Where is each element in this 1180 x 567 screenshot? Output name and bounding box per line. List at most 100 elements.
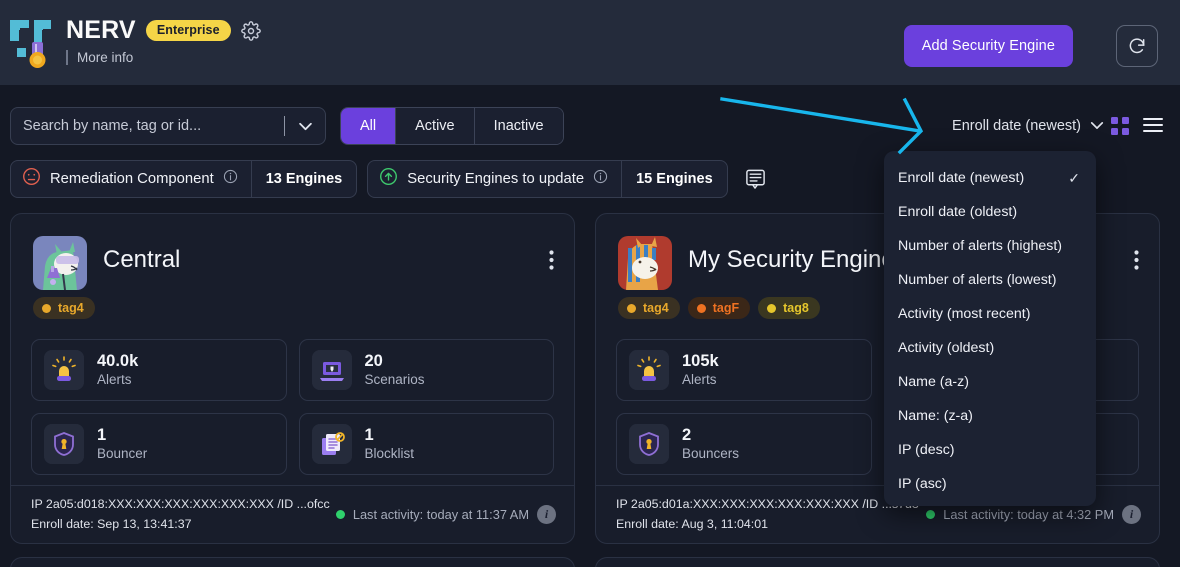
info-icon[interactable] <box>223 169 238 189</box>
refresh-button[interactable] <box>1116 25 1158 67</box>
brand-area: NERV Enterprise More info <box>8 14 261 70</box>
alert-lamp-icon <box>44 350 84 390</box>
last-activity: Last activity: today at 11:37 AM <box>352 507 529 522</box>
brand-row: NERV Enterprise <box>66 16 261 45</box>
sort-dropdown-trigger[interactable]: Enroll date (newest) <box>952 107 1104 145</box>
summary-chips: Remediation Component 13 Engines Securit… <box>10 160 773 198</box>
more-info-row: More info <box>66 50 261 65</box>
stat-text: 2 Bouncers <box>682 425 739 463</box>
engine-ip: IP 2a05:d01a:XXX:XXX:XXX:XXX:XXX:XXX /ID… <box>616 497 919 512</box>
stat-alerts[interactable]: 40.0k Alerts <box>31 339 287 401</box>
tag-chip[interactable]: tag4 <box>618 297 680 319</box>
page-title: NERV <box>66 16 136 44</box>
stat-scenarios[interactable]: 20 Scenarios <box>298 339 554 401</box>
tag-chip[interactable]: tag8 <box>758 297 820 319</box>
engine-card[interactable] <box>595 557 1160 567</box>
plan-badge: Enterprise <box>145 20 231 41</box>
filter-tab-active[interactable]: Active <box>396 108 475 144</box>
sort-option-ip-asc[interactable]: IP (asc) <box>884 467 1096 501</box>
card-meta: IP 2a05:d018:XXX:XXX:XXX:XXX:XXX:XXX /ID… <box>31 495 330 533</box>
chip-remediation-component[interactable]: Remediation Component 13 Engines <box>10 160 358 198</box>
stat-value: 1 <box>97 426 107 445</box>
app-header: NERV Enterprise More info Add Security E… <box>0 0 1180 85</box>
engine-card[interactable]: Central tag4 40.0k Alerts 20 Scenarios 1… <box>10 213 575 544</box>
card-header: Central tag4 <box>11 214 574 319</box>
sort-option-enroll-date-oldest[interactable]: Enroll date (oldest) <box>884 195 1096 229</box>
tag-dot-icon <box>767 303 777 313</box>
llama-pharaoh-avatar <box>618 236 672 290</box>
stat-value: 1 <box>364 426 374 445</box>
last-activity: Last activity: today at 4:32 PM <box>943 507 1114 522</box>
scenario-laptop-icon <box>311 350 352 390</box>
sort-option-alerts-highest[interactable]: Number of alerts (highest) <box>884 229 1096 263</box>
tag-dot-icon <box>696 303 706 313</box>
more-vertical-icon[interactable] <box>549 250 554 275</box>
grid-view-icon[interactable] <box>1110 116 1130 141</box>
llama-scientist-avatar <box>33 236 87 290</box>
stat-value: 105k <box>682 352 719 371</box>
alert-lamp-icon <box>629 350 669 390</box>
tag-chip[interactable]: tag4 <box>33 297 95 319</box>
filter-tab-inactive[interactable]: Inactive <box>474 108 563 144</box>
engine-ip: IP 2a05:d018:XXX:XXX:XXX:XXX:XXX:XXX /ID… <box>31 497 330 512</box>
search-container <box>10 107 326 145</box>
chip-engines-to-update[interactable]: Security Engines to update 15 Engines <box>367 160 728 198</box>
stat-value: 2 <box>682 426 692 445</box>
tag-list: tag4 <box>33 297 574 319</box>
stat-bouncers[interactable]: 1 Bouncer <box>31 413 287 475</box>
gear-icon[interactable] <box>240 20 261 41</box>
sort-option-activity-most-recent[interactable]: Activity (most recent) <box>884 297 1096 331</box>
more-info-link[interactable]: More info <box>77 50 133 65</box>
chip-count: 15 Engines <box>636 171 713 187</box>
sort-option-label: Enroll date (newest) <box>898 170 1025 186</box>
avatar <box>618 236 672 290</box>
sort-option-name-za[interactable]: Name: (z-a) <box>884 399 1096 433</box>
engine-card[interactable] <box>10 557 575 567</box>
tag-label: tag4 <box>643 301 669 315</box>
stat-blocklists[interactable]: 1 Blocklist <box>298 413 554 475</box>
info-icon[interactable]: i <box>537 505 556 524</box>
chevron-down-icon[interactable] <box>285 108 325 144</box>
app-root: NERV Enterprise More info Add Security E… <box>0 0 1180 567</box>
tag-label: tagF <box>712 301 740 315</box>
add-security-engine-button[interactable]: Add Security Engine <box>903 25 1073 67</box>
sort-option-enroll-date-newest[interactable]: Enroll date (newest) ✓ <box>884 161 1096 195</box>
stat-bouncers[interactable]: 2 Bouncers <box>616 413 872 475</box>
stat-text: 1 Blocklist <box>365 425 415 463</box>
blocklist-document-icon <box>311 424 352 464</box>
sort-option-label: IP (asc) <box>898 476 947 492</box>
avatar <box>33 236 87 290</box>
stat-text: 20 Scenarios <box>365 351 425 389</box>
activity-group: Last activity: today at 11:37 AM i <box>335 505 556 524</box>
brand-text-block: NERV Enterprise More info <box>66 14 261 70</box>
sort-option-name-az[interactable]: Name (a-z) <box>884 365 1096 399</box>
tag-dot-icon <box>42 303 51 313</box>
search-input[interactable] <box>11 118 284 134</box>
stat-label: Alerts <box>97 371 132 387</box>
sort-option-label: Activity (most recent) <box>898 306 1031 322</box>
tag-chip[interactable]: tagF <box>687 297 751 319</box>
chip-label-group: Security Engines to update <box>368 161 621 197</box>
arrow-up-circle-icon <box>379 167 398 191</box>
activity-group: Last activity: today at 4:32 PM i <box>926 505 1141 524</box>
sort-option-ip-desc[interactable]: IP (desc) <box>884 433 1096 467</box>
sort-current-value: Enroll date (newest) <box>952 118 1081 134</box>
sort-option-label: Name (a-z) <box>898 374 969 390</box>
console-log-icon[interactable] <box>738 168 773 190</box>
more-vertical-icon[interactable] <box>1134 250 1139 275</box>
sort-option-alerts-lowest[interactable]: Number of alerts (lowest) <box>884 263 1096 297</box>
card-title-block: Central <box>103 236 180 274</box>
refresh-icon <box>1129 38 1145 54</box>
divider <box>66 50 68 65</box>
info-icon[interactable]: i <box>1122 505 1141 524</box>
sad-face-icon <box>22 167 41 191</box>
stat-alerts[interactable]: 105k Alerts <box>616 339 872 401</box>
list-view-icon[interactable] <box>1142 116 1164 139</box>
info-icon[interactable] <box>593 169 608 189</box>
sort-option-label: IP (desc) <box>898 442 955 458</box>
card-title: Central <box>103 246 181 273</box>
sort-option-activity-oldest[interactable]: Activity (oldest) <box>884 331 1096 365</box>
filter-tab-all[interactable]: All <box>341 108 397 144</box>
stat-label: Bouncers <box>682 445 740 461</box>
chip-label: Remediation Component <box>50 171 214 187</box>
